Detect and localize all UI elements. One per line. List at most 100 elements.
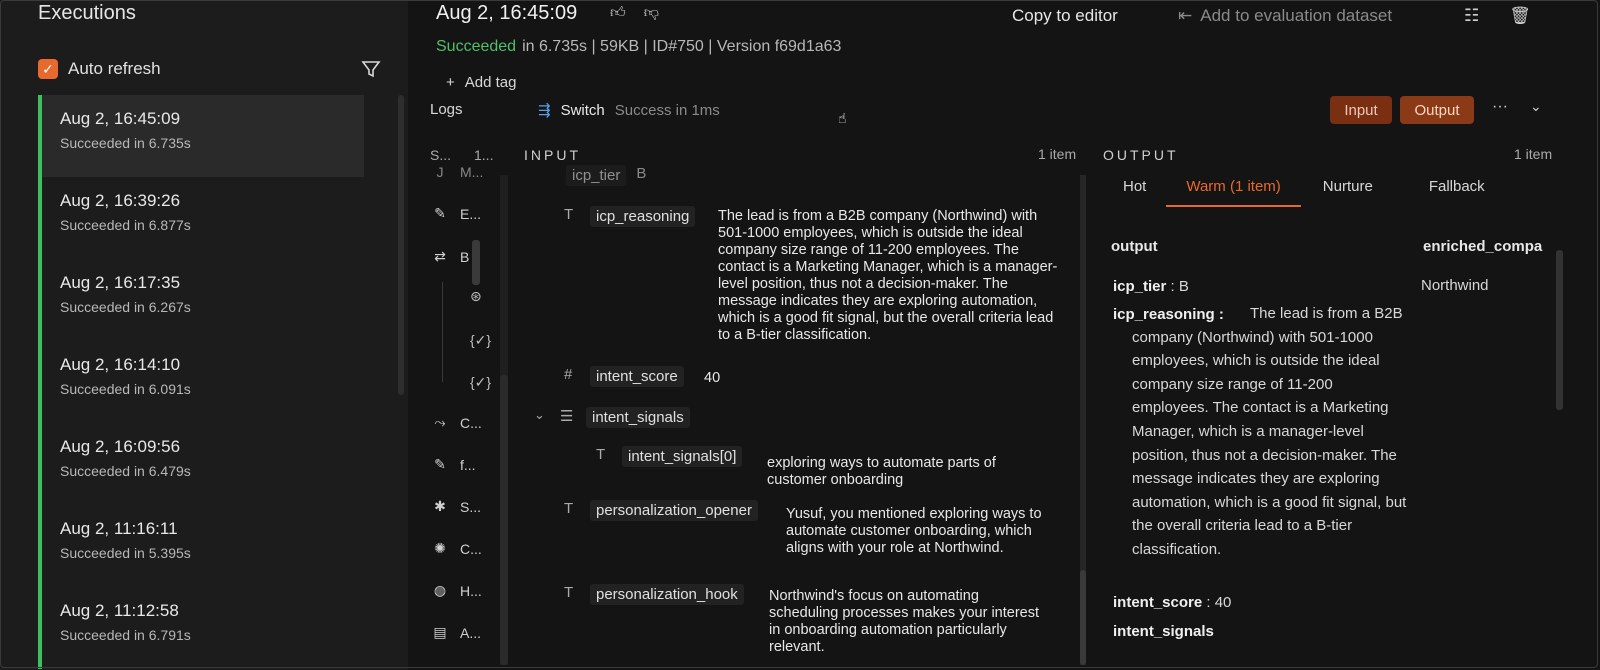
tree-node[interactable]: ▤ A... (430, 624, 481, 641)
node-icon: ◍ (433, 582, 447, 598)
tab-nurture[interactable]: Nurture (1323, 178, 1373, 207)
meta-text: in 6.735s | 59KB | ID#750 | Version f69d… (522, 38, 842, 55)
field-intent-score: # intent_score (564, 366, 684, 387)
node-icon: ▤ (433, 624, 447, 640)
auto-refresh-label: Auto refresh (68, 59, 161, 78)
parser-icon[interactable]: {✓} (470, 332, 491, 349)
field-value: Yusuf, you mentioned exploring ways to a… (786, 506, 1042, 556)
node-label: E... (460, 205, 482, 222)
field-key: intent_signals (586, 407, 690, 428)
execution-status: Succeeded in 6.791s (60, 627, 191, 643)
node-label: H... (460, 582, 482, 599)
node-label: M... (460, 164, 484, 180)
chevron-down-icon[interactable]: ⌄ (1530, 98, 1542, 115)
node-label: f... (460, 456, 476, 473)
execution-item[interactable]: Aug 2, 16:09:56 Succeeded in 6.479s (38, 423, 364, 505)
output-tabs: Hot Warm (1 item) Nurture Fallback (1110, 178, 1485, 207)
output-button[interactable]: Output (1400, 96, 1474, 124)
execution-status: Succeeded in 6.091s (60, 381, 191, 397)
execution-meta: Succeeded in 6.735s | 59KB | ID#750 | Ve… (436, 38, 841, 56)
tree-node[interactable]: ✎ E... (430, 205, 481, 222)
execution-item[interactable]: Aug 2, 16:39:26 Succeeded in 6.877s (38, 177, 364, 259)
field-key: icp_tier (566, 165, 627, 186)
execution-date: Aug 2, 16:14:10 (60, 355, 181, 374)
tree-node[interactable]: ⇄ B (430, 248, 469, 265)
executions-title: Executions (38, 2, 136, 24)
scrollbar[interactable] (472, 240, 480, 285)
tree-header-count: 1... (474, 147, 494, 163)
execution-status: Succeeded in 5.395s (60, 545, 191, 561)
output-key: intent_score (1113, 594, 1203, 611)
add-tag-button[interactable]: + Add tag (446, 74, 516, 91)
output-value: B (1178, 278, 1189, 295)
node-name: Switch (560, 101, 605, 119)
tree-node[interactable]: J M... (430, 164, 484, 180)
tree-node[interactable]: ⤳ C... (430, 414, 482, 431)
input-title: INPUT (524, 147, 581, 163)
add-tag-label: Add tag (464, 74, 517, 91)
plus-icon: + (446, 74, 455, 91)
node-icon: ✱ (434, 498, 446, 514)
parser-icon[interactable]: {✓} (470, 374, 491, 391)
execution-date: Aug 2, 11:16:11 (60, 519, 178, 538)
tab-warm[interactable]: Warm (1 item) (1166, 178, 1301, 207)
chevron-down-icon[interactable]: ⌄ (534, 407, 560, 423)
node-label: C... (460, 540, 482, 557)
auto-refresh-toggle[interactable]: ✓ Auto refresh (38, 58, 161, 80)
scrollbar[interactable] (1080, 570, 1086, 665)
dataset-icon: ⇤ (1178, 6, 1193, 25)
field-icp-tier: icp_tier B (566, 165, 646, 186)
field-key: personalization_hook (590, 584, 744, 605)
output-icp-tier: icp_tier : B (1113, 278, 1189, 295)
more-icon[interactable]: ··· (1492, 98, 1508, 116)
execution-item[interactable]: Aug 2, 11:16:11 Succeeded in 5.395s (38, 505, 364, 587)
field-intent-signals[interactable]: ⌄ ☰ intent_signals (534, 407, 690, 428)
tree-node[interactable]: ✎ f... (430, 456, 476, 473)
scrollbar[interactable] (1556, 250, 1563, 410)
add-to-evaluation-button[interactable]: ⇤ Add to evaluation dataset (1178, 6, 1392, 26)
tree-node[interactable]: ✺ C... (430, 540, 482, 557)
execution-date: Aug 2, 11:12:58 (60, 601, 179, 620)
trash-icon[interactable]: 🗑︎ (1509, 6, 1531, 26)
scrollbar[interactable] (500, 375, 508, 665)
field-value: Northwind's focus on automating scheduli… (769, 588, 1039, 655)
copy-to-editor-button[interactable]: Copy to editor (1012, 6, 1118, 26)
tree-node[interactable]: ✱ S... (430, 498, 481, 515)
execution-date: Aug 2, 16:45:09 (436, 2, 578, 24)
scrollbar[interactable] (398, 95, 404, 395)
field-key: intent_signals[0] (622, 446, 743, 467)
tree-header-name: S... (430, 147, 452, 163)
execution-status: Succeeded in 6.479s (60, 463, 191, 479)
field-value: B (636, 165, 647, 182)
feedback-icons: 👍︎ 👎︎ (610, 4, 659, 22)
execution-list: Aug 2, 16:45:09 Succeeded in 6.735s Aug 2,… (38, 95, 364, 669)
tab-fallback[interactable]: Fallback (1429, 178, 1485, 207)
field-personalization-opener: T personalization_opener (564, 500, 758, 521)
field-personalization-hook: T personalization_hook (564, 584, 744, 605)
output-value: 40 (1214, 594, 1232, 611)
output-intent-score: intent_score : 40 (1113, 594, 1232, 611)
field-intent-signals-0: T intent_signals[0] (596, 446, 743, 467)
execution-item[interactable]: Aug 2, 16:45:09 Succeeded in 6.735s (38, 95, 364, 177)
node-label: C... (460, 414, 482, 431)
check-icon[interactable]: ✓ (38, 59, 58, 79)
list-icon[interactable]: ☷ (1464, 6, 1479, 26)
execution-item[interactable]: Aug 2, 11:12:58 Succeeded in 6.791s (38, 587, 364, 669)
filter-icon[interactable] (360, 58, 382, 80)
output-key: icp_tier (1113, 278, 1167, 295)
execution-item[interactable]: Aug 2, 16:14:10 Succeeded in 6.091s (38, 341, 364, 423)
output-key: intent_signals (1113, 623, 1214, 640)
tab-hot[interactable]: Hot (1123, 178, 1146, 207)
input-count: 1 item (1038, 146, 1077, 162)
input-button[interactable]: Input (1330, 96, 1392, 124)
execution-date: Aug 2, 16:39:26 (60, 191, 181, 210)
execution-item[interactable]: Aug 2, 16:17:35 Succeeded in 6.267s (38, 259, 364, 341)
node-label: B (460, 248, 470, 265)
array-type-icon: ☰ (560, 408, 574, 425)
thumbs-up-icon[interactable]: 👍︎ (610, 4, 626, 22)
field-key: intent_score (590, 366, 684, 387)
thumbs-down-icon[interactable]: 👎︎ (644, 4, 659, 22)
tree-node[interactable]: ◍ H... (430, 582, 482, 599)
openai-icon[interactable]: ⊛ (470, 288, 482, 305)
add-to-evaluation-label: Add to evaluation dataset (1200, 6, 1393, 25)
